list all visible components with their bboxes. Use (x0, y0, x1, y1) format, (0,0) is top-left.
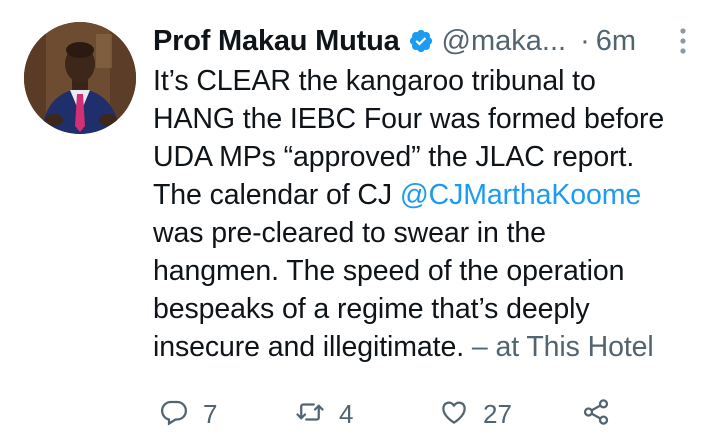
timestamp[interactable]: 6m (596, 25, 636, 58)
like-count: 27 (483, 398, 512, 429)
retweet-button[interactable]: 4 (295, 394, 353, 434)
tweet-line-text: The calendar of CJ (153, 179, 400, 211)
tweet-text: It’s CLEAR the kangaroo tribunal to HANG… (153, 62, 713, 366)
reply-button[interactable]: 7 (159, 394, 217, 434)
like-button[interactable]: 27 (439, 394, 512, 434)
tweet-line: was pre-cleared to swear in the (153, 217, 546, 249)
author-name[interactable]: Prof Makau Mutua (153, 25, 400, 58)
verified-badge-icon (408, 28, 434, 54)
share-icon (581, 397, 611, 432)
separator-dot: · (580, 24, 590, 57)
retweet-icon (295, 397, 325, 432)
tweet-line: HANG the IEBC Four was formed before (153, 103, 665, 135)
tweet-line: hangmen. The speed of the operation (153, 255, 625, 287)
tweet-line: bespeaks of a regime that’s deeply (153, 293, 590, 325)
retweet-count: 4 (339, 398, 354, 429)
tweet-line: insecure and illegitimate. – at This Hot… (153, 328, 713, 366)
like-icon (439, 397, 469, 432)
tweet-line-text: insecure and illegitimate. (153, 331, 465, 363)
reply-icon (159, 397, 189, 432)
location-link[interactable]: – at This Hotel (464, 331, 654, 363)
share-button[interactable] (581, 394, 611, 434)
tweet-header: Prof Makau Mutua @maka... · 6m (153, 20, 690, 62)
tweet-line: UDA MPs “approved” the JLAC report. (153, 141, 635, 173)
action-bar: 7 4 27 (153, 394, 623, 434)
author-handle[interactable]: @maka... (442, 25, 567, 58)
tweet-line: The calendar of CJ @CJMarthaKoome (153, 176, 713, 214)
reply-count: 7 (203, 398, 218, 429)
more-icon[interactable] (676, 26, 690, 56)
tweet-line: It’s CLEAR the kangaroo tribunal to (153, 65, 596, 97)
avatar[interactable] (24, 22, 136, 134)
mention-link[interactable]: @CJMarthaKoome (400, 179, 641, 211)
tweet[interactable]: Prof Makau Mutua @maka... · 6m It’s CLEA… (0, 0, 720, 448)
